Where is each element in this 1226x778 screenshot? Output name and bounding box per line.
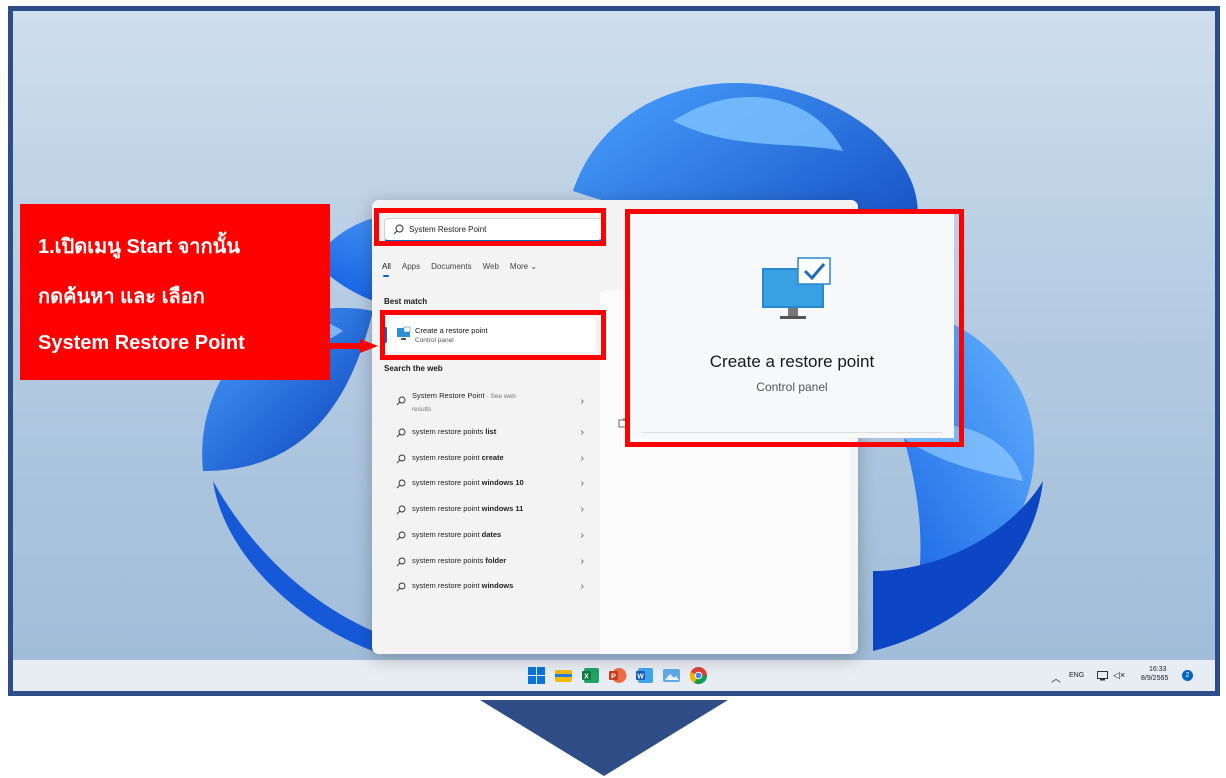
web-suggestion-row[interactable]: system restore point windows 11 ›: [396, 503, 586, 525]
suggestion-bold: windows 11: [481, 504, 524, 514]
down-arrow-icon: [480, 700, 728, 776]
excel-icon[interactable]: X: [581, 666, 600, 685]
suggestion-prefix: system restore point: [412, 504, 482, 514]
highlight-best-match: [380, 310, 606, 360]
photos-icon[interactable]: [662, 666, 681, 685]
suggestion-prefix: system restore point: [412, 478, 482, 488]
divider: [642, 432, 942, 433]
web-result-query: System Restore Point: [412, 391, 485, 400]
chevron-right-icon: ›: [580, 504, 584, 516]
svg-text:P: P: [611, 674, 616, 681]
suggestion-bold: list: [485, 427, 497, 436]
suggestion-prefix: system restore point: [412, 529, 482, 539]
suggestion-prefix: system restore points: [412, 555, 486, 565]
search-icon: [396, 428, 406, 438]
windows-start-icon[interactable]: [527, 666, 546, 685]
suggestion-prefix: system restore points: [412, 427, 486, 436]
search-icon: [396, 454, 406, 464]
chevron-right-icon: ›: [580, 581, 584, 593]
search-icon: [396, 557, 406, 566]
taskbar-app-icons: X P W: [527, 666, 708, 685]
chevron-right-icon: ›: [580, 478, 584, 490]
web-suggestion-row[interactable]: system restore points folder ›: [396, 555, 586, 577]
clock-date[interactable]: 8/9/2565: [1141, 675, 1168, 682]
word-icon[interactable]: W: [635, 666, 654, 685]
search-icon: [396, 479, 406, 489]
web-suggestion-row[interactable]: system restore point create ›: [396, 452, 586, 474]
suggestion-bold: windows: [481, 581, 514, 591]
detail-subtitle: Control panel: [756, 380, 828, 394]
taskbar: X P W ︿ ENG ◁× 16:33 8/9/2565 2: [8, 660, 1220, 696]
clock-time[interactable]: 16:33: [1149, 666, 1167, 673]
suggestion-bold: dates: [481, 529, 502, 539]
highlight-search-box: [374, 208, 606, 246]
best-match-heading: Best match: [384, 297, 428, 306]
chevron-right-icon: ›: [580, 396, 584, 407]
chevron-right-icon: ›: [580, 452, 584, 464]
tab-documents[interactable]: Documents: [431, 262, 471, 271]
instruction-callout: 1.เปิดเมนู Start จากนั้น กดค้นหา และ เลื…: [20, 204, 330, 380]
suggestion-bold: folder: [485, 555, 507, 565]
web-result-suffix2: results: [412, 406, 432, 413]
restore-point-icon-large: [762, 257, 831, 319]
search-tabs: All Apps Documents Web More ⌄: [382, 262, 548, 277]
detail-card[interactable]: Create a restore point Control panel: [630, 214, 954, 438]
tab-apps[interactable]: Apps: [402, 262, 420, 271]
search-web-heading: Search the web: [384, 364, 443, 373]
web-suggestion-row[interactable]: system restore point windows ›: [396, 580, 586, 602]
network-icon[interactable]: [1097, 671, 1108, 681]
chevron-right-icon: ›: [580, 427, 584, 438]
callout-line-1: 1.เปิดเมนู Start จากนั้น: [38, 236, 240, 258]
suggestion-bold: create: [481, 452, 504, 462]
tab-all[interactable]: All: [382, 262, 391, 277]
tab-web[interactable]: Web: [483, 262, 499, 271]
system-tray: ︿ ENG ◁× 16:33 8/9/2565 2: [1051, 665, 1201, 687]
suggestion-prefix: system restore point: [412, 581, 482, 591]
svg-text:W: W: [637, 674, 644, 681]
callout-arrow-icon: [330, 339, 378, 353]
tab-more[interactable]: More ⌄: [510, 262, 537, 271]
powerpoint-icon[interactable]: P: [608, 666, 627, 685]
callout-line-2: กดค้นหา และ เลือก: [38, 286, 205, 308]
web-suggestion-row[interactable]: system restore points list ›: [396, 426, 586, 448]
suggestion-prefix: system restore point: [412, 452, 482, 462]
web-suggestion-row[interactable]: system restore point dates ›: [396, 529, 586, 551]
notification-badge[interactable]: 2: [1182, 670, 1193, 681]
chevron-right-icon: ›: [580, 529, 584, 541]
search-icon: [396, 582, 406, 592]
chevron-right-icon: ›: [580, 555, 584, 567]
search-icon: [396, 505, 406, 515]
volume-icon[interactable]: ◁×: [1113, 670, 1125, 681]
web-result-suffix: - See web: [486, 393, 516, 400]
detail-title: Create a restore point: [709, 352, 875, 371]
file-explorer-icon[interactable]: [554, 666, 573, 685]
language-indicator[interactable]: ENG: [1069, 672, 1084, 679]
chrome-icon[interactable]: [689, 666, 708, 685]
callout-line-3: System Restore Point: [38, 332, 245, 354]
search-icon: [396, 396, 406, 406]
web-suggestion-row[interactable]: system restore point windows 10 ›: [396, 477, 586, 499]
svg-text:X: X: [584, 674, 589, 681]
suggestion-bold: windows 10: [481, 478, 524, 488]
search-icon: [396, 531, 406, 541]
web-result-first[interactable]: System Restore Point - See web results ›: [396, 390, 586, 418]
chevron-up-icon[interactable]: ︿: [1051, 670, 1061, 685]
